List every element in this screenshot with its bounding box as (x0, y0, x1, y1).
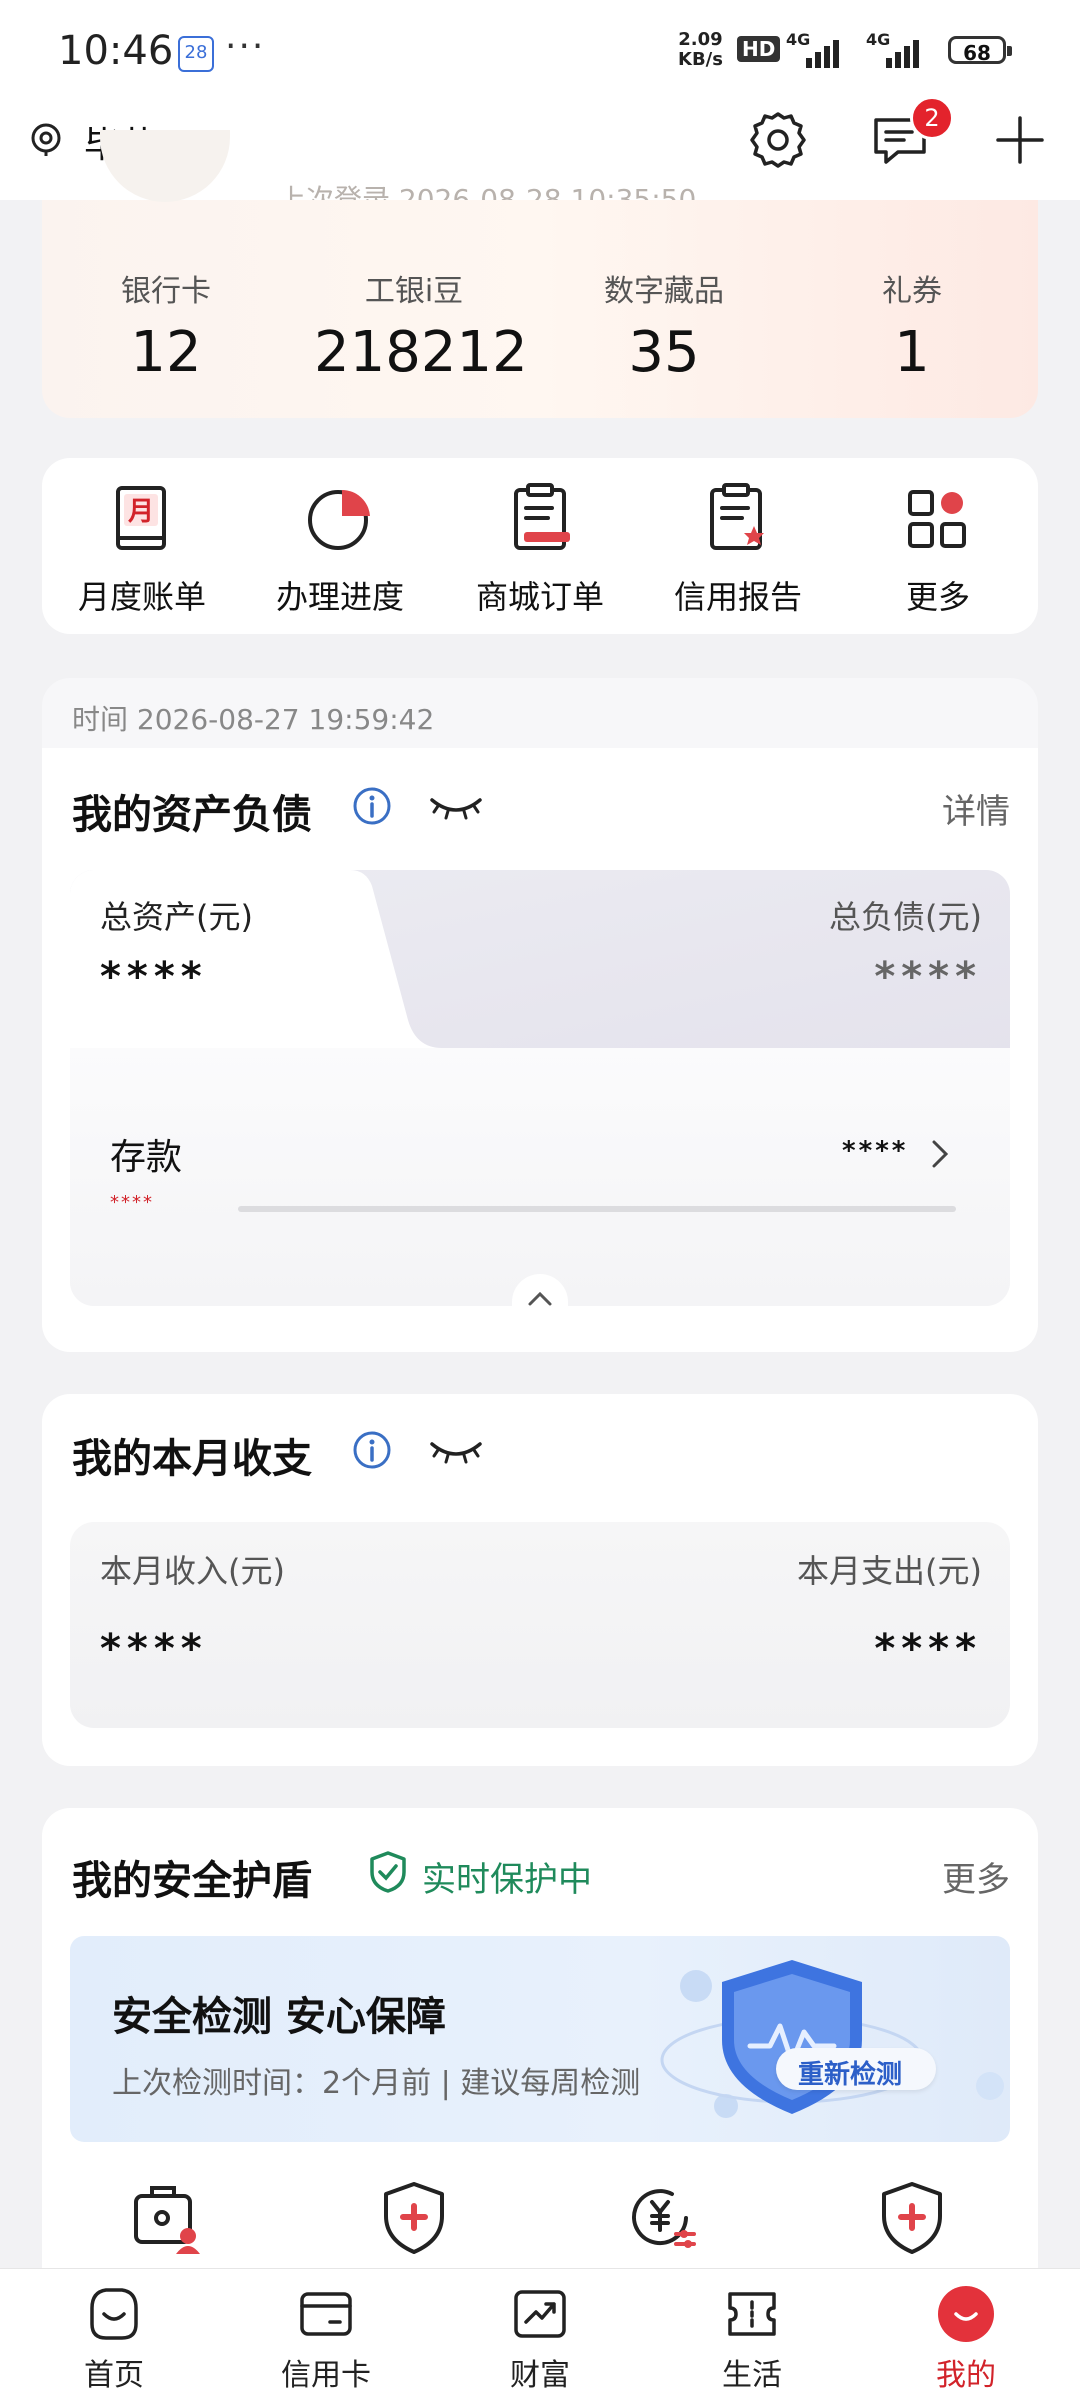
quick-action-credit-report[interactable]: 信用报告 (638, 482, 838, 618)
stat-label: 银行卡 (121, 274, 211, 309)
stat-coupons[interactable]: 礼券 1 (812, 266, 1012, 385)
deposit-sub-value: **** (110, 1192, 154, 1213)
quick-action-label: 信用报告 (673, 578, 802, 616)
quick-action-progress[interactable]: 办理进度 (240, 482, 440, 618)
tab-home[interactable]: 首页 (44, 2284, 184, 2394)
stat-digital-collectibles[interactable]: 数字藏品 35 (564, 266, 764, 385)
last-login-text: 上次登录 2026-08-28 10:35:50 (278, 183, 697, 200)
signal-bars-icon (806, 36, 850, 68)
expense-value: **** (874, 1626, 982, 1672)
chevron-up-icon[interactable] (526, 1290, 554, 1308)
status-bar: 10:46 28 ··· 2.09 KB/s HD 4G 4G 68 (0, 0, 1080, 100)
home-icon (90, 2288, 138, 2340)
stat-label: 数字藏品 (604, 274, 724, 309)
quick-action-more[interactable]: 更多 (838, 482, 1038, 618)
settings-gear-icon[interactable] (746, 108, 810, 172)
message-badge: 2 (910, 96, 954, 140)
deposit-progress-bar (238, 1206, 956, 1212)
deposit-value: **** (842, 1136, 909, 1166)
svg-text:月: 月 (127, 497, 154, 527)
tab-label: 首页 (84, 2358, 144, 2393)
hide-eye-icon[interactable] (428, 1436, 484, 1466)
tab-mine[interactable]: 我的 (896, 2284, 1036, 2394)
total-liabilities-label[interactable]: 总负债(元) (829, 892, 982, 938)
info-icon[interactable] (352, 1430, 392, 1470)
security-tool-icon-4[interactable] (872, 2178, 952, 2258)
asset-update-time: 时间 2026-08-27 19:59:42 (72, 703, 435, 736)
security-tool-icon-3[interactable] (622, 2178, 702, 2258)
hide-eye-icon[interactable] (428, 792, 484, 822)
stat-label: 礼券 (882, 274, 942, 309)
info-icon[interactable] (352, 786, 392, 826)
network-speed: 2.09 KB/s (678, 30, 723, 70)
stat-icbc-beans[interactable]: 工银i豆 218212 (314, 266, 528, 385)
quick-action-label: 月度账单 (77, 578, 206, 616)
mine-avatar-icon (938, 2286, 994, 2342)
location-icon[interactable] (28, 122, 64, 158)
quick-action-monthly-bill[interactable]: 月 月度账单 (42, 482, 242, 618)
banner-subtitle: 上次检测时间：2个月前 | 建议每周检测 (112, 2066, 641, 2101)
security-tool-icon-1[interactable] (128, 2178, 208, 2258)
battery-icon: 68 (948, 36, 1012, 65)
speed-unit: KB/s (678, 49, 723, 70)
income-label: 本月收入(元) (100, 1552, 285, 1590)
tab-label: 生活 (722, 2358, 782, 2393)
chevron-right-icon (932, 1140, 949, 1168)
hd-voice-icon: HD (737, 36, 781, 62)
tab-life[interactable]: 生活 (682, 2284, 822, 2394)
recheck-button[interactable]: 重新检测 (770, 2054, 930, 2091)
credit-card-icon (300, 2292, 352, 2336)
tab-label: 我的 (936, 2358, 996, 2393)
income-title: 我的本月收支 (72, 1436, 312, 1482)
security-more-link[interactable]: 更多 (942, 1852, 1010, 1901)
more-notifications-icon: ··· (225, 26, 266, 67)
total-assets-value: **** (100, 954, 208, 1000)
banner-title: 安全检测 安心保障 (112, 1994, 446, 2040)
deposit-row[interactable] (70, 1048, 1010, 1306)
total-liabilities-value: **** (874, 954, 982, 1000)
wealth-chart-icon (514, 2290, 566, 2338)
stat-value: 218212 (314, 320, 528, 385)
stat-label: 工银i豆 (364, 274, 464, 309)
protection-status: 实时保护中 (422, 1860, 592, 1900)
stat-value: 35 (628, 320, 700, 385)
tab-label: 信用卡 (281, 2358, 371, 2393)
signal-bars-icon (886, 36, 930, 68)
income-value: **** (100, 1626, 208, 1672)
credit-report-icon (710, 483, 764, 550)
security-title: 我的安全护盾 (72, 1858, 312, 1904)
deposit-label: 存款 (110, 1137, 183, 1178)
quick-action-label: 更多 (905, 578, 970, 616)
shield-check-icon (370, 1851, 406, 1893)
more-grid-icon (908, 490, 966, 548)
status-time: 10:46 (58, 28, 174, 74)
speed-value: 2.09 (678, 29, 723, 50)
tab-credit-card[interactable]: 信用卡 (256, 2284, 396, 2394)
add-plus-icon[interactable] (988, 108, 1052, 172)
calendar-icon: 28 (178, 36, 214, 72)
assets-detail-link[interactable]: 详情 (942, 784, 1010, 833)
expense-label: 本月支出(元) (797, 1552, 982, 1590)
security-tool-icon-2[interactable] (374, 2178, 454, 2258)
stat-value: 12 (130, 320, 202, 385)
quick-action-mall-orders[interactable]: 商城订单 (440, 482, 640, 618)
tab-label: 财富 (510, 2358, 570, 2393)
tab-wealth[interactable]: 财富 (470, 2284, 610, 2394)
assets-title: 我的资产负债 (72, 792, 312, 838)
mall-order-icon (514, 483, 570, 550)
total-assets-label: 总资产(元) (100, 898, 253, 936)
progress-pie-icon (308, 489, 370, 550)
stat-bank-cards[interactable]: 银行卡 12 (66, 266, 266, 385)
quick-action-label: 办理进度 (275, 578, 404, 616)
life-ticket-icon (728, 2292, 776, 2336)
monthly-bill-icon: 月 (116, 486, 166, 550)
quick-action-label: 商城订单 (475, 578, 604, 616)
stat-value: 1 (894, 320, 930, 385)
